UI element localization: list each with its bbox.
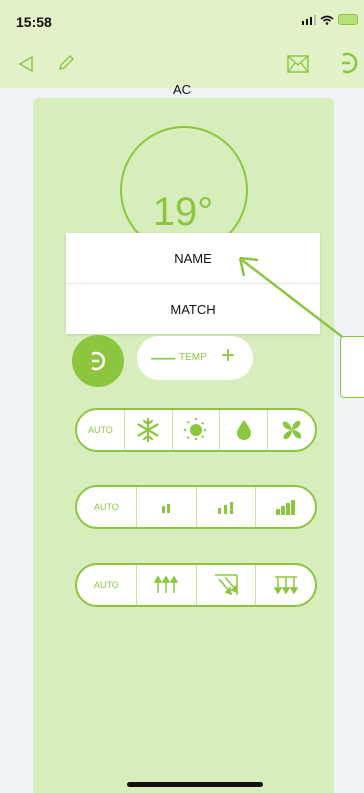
fan-speed-medium-icon <box>217 502 233 514</box>
drop-icon <box>236 420 251 440</box>
swing-up-icon <box>154 575 179 593</box>
mode-fan-button[interactable] <box>267 410 315 450</box>
temp-minus-button[interactable]: — <box>151 346 175 370</box>
swing-row: AUTO <box>75 563 317 607</box>
callout-box <box>340 336 364 398</box>
mode-cool-button[interactable] <box>123 410 172 450</box>
mode-heat-button[interactable] <box>171 410 220 450</box>
pencil-icon[interactable] <box>56 53 76 73</box>
swing-down-button[interactable] <box>255 565 315 605</box>
home-indicator <box>127 782 263 787</box>
mode-dry-button[interactable] <box>219 410 267 450</box>
signal-icon <box>302 14 316 25</box>
swing-up-button[interactable] <box>135 565 196 605</box>
battery-charging-icon <box>338 14 358 25</box>
temp-control: — TEMP + <box>137 336 253 380</box>
swing-diagonal-icon <box>214 574 238 596</box>
back-icon[interactable] <box>16 54 36 74</box>
device-title: AC <box>172 82 192 97</box>
fan-icon <box>282 420 301 440</box>
power-icon[interactable] <box>337 50 361 76</box>
swing-auto-button[interactable]: AUTO <box>77 565 136 605</box>
fan-speed-low-icon <box>162 504 171 513</box>
mode-auto-button[interactable]: AUTO <box>77 410 124 450</box>
sun-icon <box>183 418 208 442</box>
speed-row: AUTO <box>75 485 317 529</box>
mode-row: AUTO <box>75 408 317 452</box>
temperature-value: 19° <box>152 190 214 234</box>
speed-medium-button[interactable] <box>195 487 256 527</box>
wifi-icon <box>320 15 334 25</box>
status-time: 15:58 <box>16 14 52 30</box>
swing-down-icon <box>273 576 298 595</box>
speed-auto-button[interactable]: AUTO <box>77 487 136 527</box>
temp-plus-button[interactable]: + <box>221 344 235 368</box>
status-bar: 15:58 <box>0 0 364 36</box>
header-bar: 15:58 <box>0 0 364 88</box>
fan-speed-high-icon <box>275 500 295 515</box>
temp-label: TEMP <box>179 352 207 363</box>
power-button[interactable] <box>72 335 124 387</box>
swing-diagonal-button[interactable] <box>195 565 256 605</box>
mail-icon[interactable] <box>287 55 309 73</box>
snowflake-icon <box>137 417 159 443</box>
power-icon <box>91 351 106 371</box>
speed-low-button[interactable] <box>135 487 196 527</box>
app-screen: 15:58 AC 19° NAME MATCH — TEMP + AUTO AU… <box>0 0 364 793</box>
speed-high-button[interactable] <box>255 487 315 527</box>
status-icons <box>302 14 358 25</box>
